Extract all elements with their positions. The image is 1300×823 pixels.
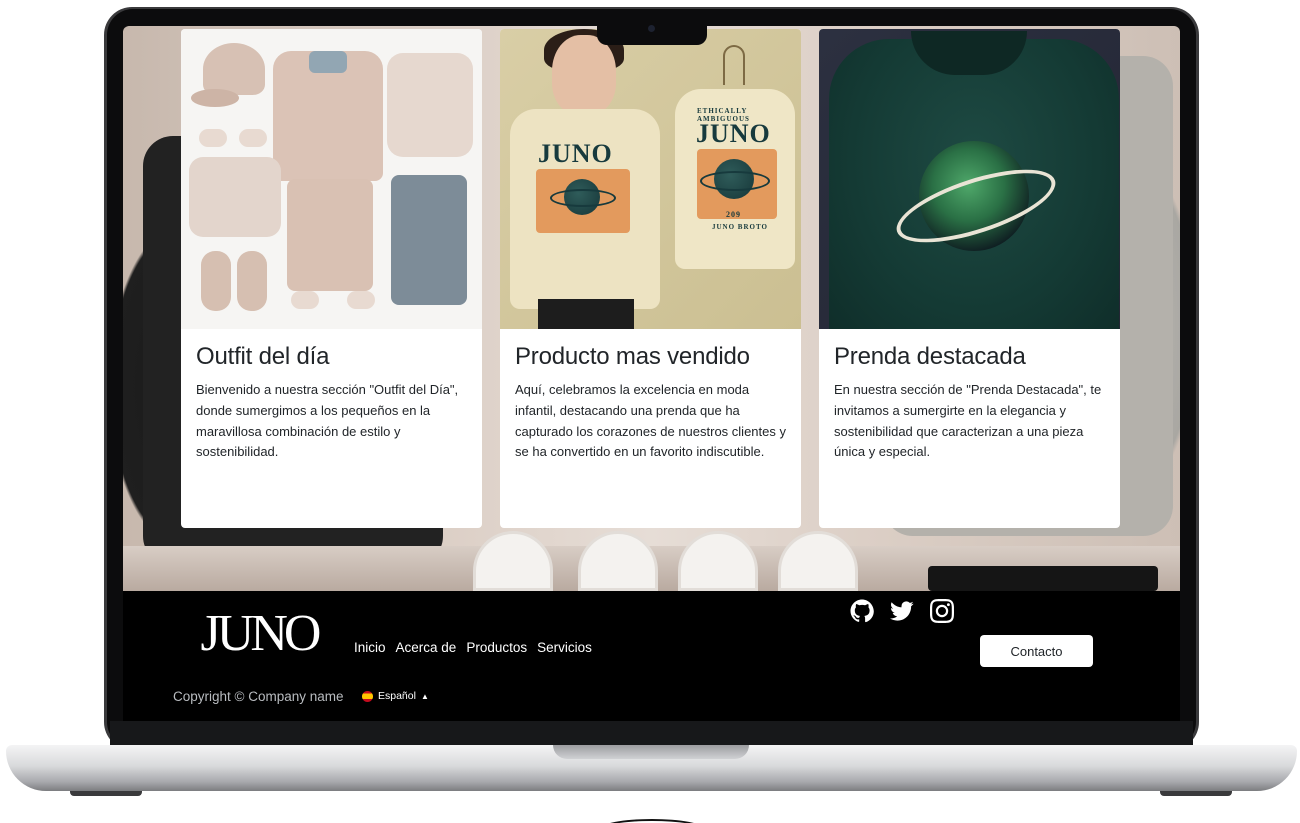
site-footer: JUNO Inicio Acerca de Productos Servicio… [123, 591, 1180, 721]
nav-servicios[interactable]: Servicios [537, 640, 592, 655]
instagram-icon[interactable] [930, 599, 954, 623]
sweatshirt-number-text: 209 [726, 210, 741, 219]
laptop-foot-right [1160, 791, 1232, 796]
sweatshirt-brand-text: JUNO [538, 139, 613, 168]
card-best-seller[interactable]: JUNO ETHICALLY AMBIGUOUS JUNO 209 JUNO B… [500, 29, 801, 528]
social-links [850, 599, 954, 623]
card-title: Outfit del día [196, 343, 330, 370]
sweatshirt-bottom-text: JUNO BROTO [712, 223, 768, 231]
spain-flag-icon [362, 690, 373, 702]
footer-nav: Inicio Acerca de Productos Servicios [354, 640, 592, 655]
background-pants [928, 566, 1158, 591]
contact-button[interactable]: Contacto [980, 635, 1093, 667]
camera-icon [648, 25, 655, 32]
laptop-shadow-arc [600, 819, 704, 823]
juno-logo[interactable]: JUNO [197, 603, 321, 659]
sweatshirt-brand-text: JUNO [696, 119, 771, 148]
laptop-foot-left [70, 791, 142, 796]
copyright-text: Copyright © Company name [173, 689, 344, 704]
card-text: En nuestra sección de "Prenda Destacada"… [834, 382, 1102, 460]
background-hanger [473, 531, 553, 591]
github-icon[interactable] [850, 599, 874, 623]
nav-acerca-de[interactable]: Acerca de [396, 640, 457, 655]
language-label: Español [378, 690, 416, 702]
language-selector[interactable]: Español ▲ [362, 690, 429, 702]
card-outfit[interactable]: Outfit del día Bienvenido a nuestra secc… [181, 29, 482, 528]
nav-inicio[interactable]: Inicio [354, 640, 386, 655]
twitter-icon[interactable] [890, 599, 914, 623]
laptop-screen: Outfit del día Bienvenido a nuestra secc… [123, 26, 1180, 721]
card-featured[interactable]: Prenda destacada En nuestra sección de "… [819, 29, 1120, 528]
card-text: Aquí, celebramos la excelencia en moda i… [515, 382, 786, 460]
laptop-bottom-bezel [110, 721, 1193, 746]
card-title: Producto mas vendido [515, 343, 750, 370]
background-hanger [578, 531, 658, 591]
card-title: Prenda destacada [834, 343, 1026, 370]
laptop-base-groove [553, 745, 749, 759]
card-text: Bienvenido a nuestra sección "Outfit del… [196, 382, 459, 460]
caret-up-icon: ▲ [420, 691, 429, 701]
nav-productos[interactable]: Productos [466, 640, 527, 655]
card-best-seller-image: JUNO ETHICALLY AMBIGUOUS JUNO 209 JUNO B… [500, 29, 801, 329]
background-hanger [678, 531, 758, 591]
background-hanger [778, 531, 858, 591]
card-outfit-image [181, 29, 482, 329]
card-featured-image [819, 29, 1120, 329]
logo-text: JUNO [201, 605, 320, 659]
